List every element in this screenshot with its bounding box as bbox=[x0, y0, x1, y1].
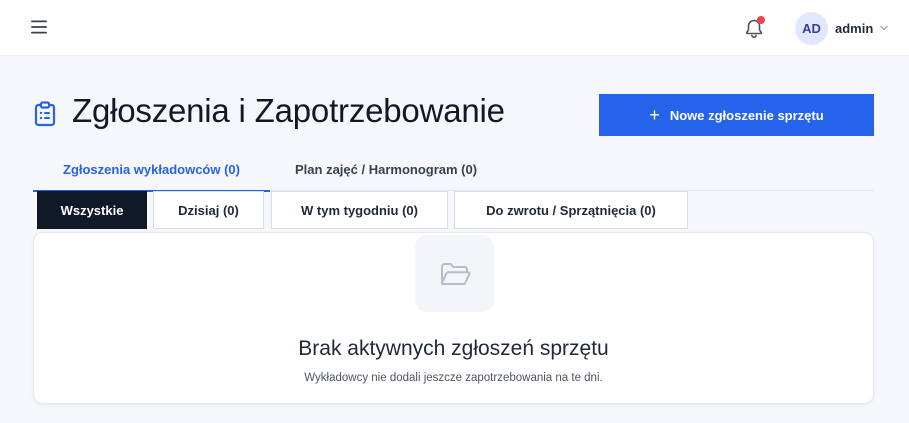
filter-this-week[interactable]: W tym tygodniu (0) bbox=[271, 191, 448, 229]
user-name: admin bbox=[835, 20, 874, 36]
main-tabs: Zgłoszenia wykładowców (0) Plan zajęć / … bbox=[33, 148, 874, 192]
empty-state-card: Brak aktywnych zgłoszeń sprzętu Wykładow… bbox=[33, 232, 874, 404]
filter-to-return[interactable]: Do zwrotu / Sprzątnięcia (0) bbox=[454, 191, 688, 229]
notifications-button[interactable] bbox=[744, 16, 766, 40]
empty-state-title: Brak aktywnych zgłoszeń sprzętu bbox=[298, 337, 609, 360]
filter-today[interactable]: Dzisiaj (0) bbox=[153, 191, 264, 229]
empty-state-subtitle: Wykładowcy nie dodali jeszcze zapotrzebo… bbox=[304, 372, 603, 384]
tab-lecturer-requests[interactable]: Zgłoszenia wykładowców (0) bbox=[33, 148, 270, 192]
page-title: Zgłoszenia i Zapotrzebowanie bbox=[72, 92, 505, 129]
notification-badge bbox=[757, 16, 765, 24]
avatar: AD bbox=[795, 11, 828, 45]
new-equipment-request-button[interactable]: + Nowe zgłoszenie sprzętu bbox=[599, 94, 874, 136]
tab-schedule[interactable]: Plan zajęć / Harmonogram (0) bbox=[295, 148, 477, 191]
hamburger-menu-icon[interactable] bbox=[29, 17, 49, 37]
new-equipment-request-label: Nowe zgłoszenie sprzętu bbox=[669, 107, 824, 123]
folder-open-icon bbox=[440, 262, 470, 285]
plus-icon: + bbox=[649, 105, 660, 125]
empty-state-icon-box bbox=[415, 235, 494, 312]
filter-all[interactable]: Wszystkie bbox=[37, 191, 147, 229]
top-bar: AD admin bbox=[0, 0, 909, 56]
user-menu[interactable]: AD admin bbox=[795, 11, 889, 45]
chevron-down-icon bbox=[880, 25, 888, 31]
clipboard-list-icon bbox=[34, 101, 56, 127]
